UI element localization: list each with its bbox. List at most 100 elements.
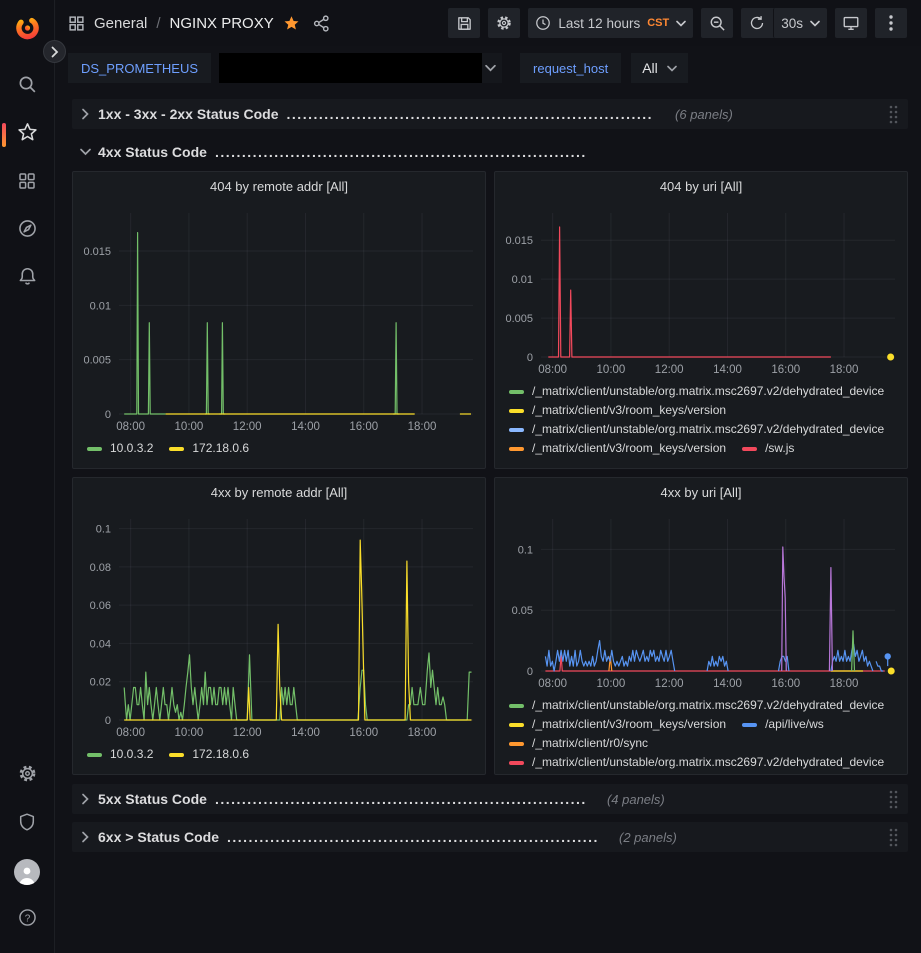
refresh-interval-select[interactable]: 30s (773, 8, 827, 38)
x-axis-tick-label: 10:00 (175, 421, 204, 433)
legend-color-dash (509, 409, 524, 413)
request-host-variable-label[interactable]: request_host (520, 53, 621, 83)
y-axis-tick-label: 0.06 (90, 600, 111, 612)
y-axis-tick-label: 0.04 (90, 638, 111, 650)
refresh-group: 30s (741, 8, 827, 38)
sidebar-item-server-admin[interactable] (0, 803, 55, 845)
clock-icon (535, 15, 551, 31)
legend-item[interactable]: /_matrix/client/r0/sync (509, 734, 648, 753)
legend-item[interactable]: 10.0.3.2 (87, 439, 153, 458)
dashboard-title[interactable]: NGINX PROXY (170, 15, 274, 32)
breadcrumb-separator: / (156, 15, 160, 32)
legend-color-dash (87, 753, 102, 757)
x-axis-tick-label: 12:00 (655, 364, 684, 376)
x-axis-tick-label: 10:00 (597, 364, 626, 376)
row-header-1xx-3xx-2xx[interactable]: 1xx - 3xx - 2xx Status Code ............… (72, 99, 908, 129)
panel-chart-area[interactable]: 00.0050.010.01508:0010:0012:0014:0016:00… (73, 201, 485, 436)
legend-color-dash (509, 761, 524, 765)
panel-404-by-remote-addr: 404 by remote addr [All] 00.0050.010.015… (72, 171, 486, 469)
legend-label: /_matrix/client/v3/room_keys/version (532, 439, 726, 458)
dashboards-grid-icon (68, 15, 85, 32)
cycle-view-mode-button[interactable] (835, 8, 867, 38)
legend-color-dash (509, 723, 524, 727)
star-icon (17, 122, 38, 148)
chart-canvas[interactable]: 00.0050.010.01508:0010:0012:0014:0016:00… (495, 201, 907, 379)
legend-label: /_matrix/client/unstable/org.matrix.msc2… (532, 382, 884, 401)
sidebar-item-search[interactable] (0, 66, 55, 108)
row-header-4xx[interactable]: 4xx Status Code ........................… (72, 137, 908, 167)
chevron-right-icon (81, 793, 90, 805)
share-icon[interactable] (313, 15, 330, 32)
legend-item[interactable]: /sw.js (742, 439, 794, 458)
chart-canvas[interactable]: 00.020.040.060.080.108:0010:0012:0014:00… (73, 507, 485, 742)
sidebar-item-explore[interactable] (0, 210, 55, 252)
sidebar-item-starred[interactable] (0, 114, 55, 156)
sidebar-item-help[interactable]: ? (0, 899, 55, 941)
save-dashboard-button[interactable] (448, 8, 480, 38)
sidebar-item-alerting[interactable] (0, 258, 55, 300)
y-axis-tick-label: 0 (105, 409, 111, 421)
datasource-variable-select[interactable] (219, 53, 502, 83)
legend-item[interactable]: /_matrix/client/unstable/org.matrix.msc2… (509, 420, 884, 439)
legend-item[interactable]: /_matrix/client/unstable/org.matrix.msc2… (509, 753, 884, 770)
user-avatar (14, 859, 40, 885)
breadcrumb-section[interactable]: General (94, 15, 147, 32)
legend-color-dash (169, 753, 184, 757)
legend-label: 10.0.3.2 (110, 439, 153, 458)
x-axis-tick-label: 12:00 (655, 678, 684, 690)
favorite-star-icon[interactable] (283, 15, 300, 32)
sidebar-item-configuration[interactable] (0, 755, 55, 797)
chart-canvas[interactable]: 00.050.108:0010:0012:0014:0016:0018:00 (495, 507, 907, 693)
panel-chart-area[interactable]: 00.020.040.060.080.108:0010:0012:0014:00… (73, 507, 485, 742)
legend-item[interactable]: /_matrix/client/unstable/org.matrix.msc2… (509, 696, 884, 715)
x-axis-tick-label: 18:00 (830, 678, 859, 690)
panel-title[interactable]: 4xx by remote addr [All] (73, 478, 485, 507)
panel-chart-area[interactable]: 00.0050.010.01508:0010:0012:0014:0016:00… (495, 201, 907, 379)
panel-title[interactable]: 404 by uri [All] (495, 172, 907, 201)
row-header-6xx[interactable]: 6xx > Status Code ......................… (72, 822, 908, 852)
legend-color-dash (509, 428, 524, 432)
legend-item[interactable]: /_matrix/client/v3/room_keys/version (509, 715, 726, 734)
row-panel-count: (4 panels) (607, 792, 665, 807)
chevron-right-icon (81, 108, 90, 120)
legend-item[interactable]: /api/live/ws (742, 715, 824, 734)
x-axis-tick-label: 16:00 (349, 727, 378, 739)
sidebar-item-dashboards[interactable] (0, 162, 55, 204)
x-axis-tick-label: 14:00 (713, 678, 742, 690)
sidebar-item-profile[interactable] (0, 851, 55, 893)
zoom-out-time-button[interactable] (701, 8, 733, 38)
chart-canvas[interactable]: 00.0050.010.01508:0010:0012:0014:0016:00… (73, 201, 485, 436)
x-axis-tick-label: 14:00 (291, 727, 320, 739)
legend-item[interactable]: /_matrix/client/unstable/org.matrix.msc2… (509, 382, 884, 401)
legend-label: /_matrix/client/v3/room_keys/version (532, 401, 726, 420)
row-drag-handle[interactable] (888, 789, 899, 809)
y-axis-tick-label: 0.08 (90, 562, 111, 574)
time-range-picker[interactable]: Last 12 hours CST (528, 8, 693, 38)
grafana-logo[interactable] (14, 14, 41, 46)
request-host-value: All (642, 60, 658, 76)
datasource-variable-label[interactable]: DS_PROMETHEUS (68, 53, 211, 83)
y-axis-tick-label: 0.1 (518, 544, 533, 556)
request-host-variable-select[interactable]: All (631, 53, 688, 83)
row-drag-handle[interactable] (888, 104, 899, 124)
panel-title[interactable]: 404 by remote addr [All] (73, 172, 485, 201)
panel-chart-area[interactable]: 00.050.108:0010:0012:0014:0016:0018:00 (495, 507, 907, 693)
legend-label: /api/live/ws (765, 715, 824, 734)
x-axis-tick-label: 16:00 (771, 678, 800, 690)
legend-item[interactable]: /_matrix/client/v3/room_keys/version (509, 439, 726, 458)
panel-title[interactable]: 4xx by uri [All] (495, 478, 907, 507)
dashboard-settings-button[interactable] (488, 8, 520, 38)
legend-item[interactable]: 10.0.3.2 (87, 745, 153, 764)
row-drag-handle[interactable] (888, 827, 899, 847)
row-panel-count: (2 panels) (619, 830, 677, 845)
legend-label: /_matrix/client/r0/sync (532, 734, 648, 753)
legend-item[interactable]: 172.18.0.6 (169, 745, 249, 764)
kebab-menu-button[interactable] (875, 8, 907, 38)
legend-item[interactable]: 172.18.0.6 (169, 439, 249, 458)
refresh-button[interactable] (741, 8, 773, 38)
row-header-5xx[interactable]: 5xx Status Code ........................… (72, 784, 908, 814)
legend-item[interactable]: /_matrix/client/v3/room_keys/version (509, 401, 726, 420)
row-title-leader: ........................................… (215, 791, 585, 807)
sidebar-expand-button[interactable] (43, 40, 66, 63)
datasource-value-redacted (219, 53, 482, 83)
